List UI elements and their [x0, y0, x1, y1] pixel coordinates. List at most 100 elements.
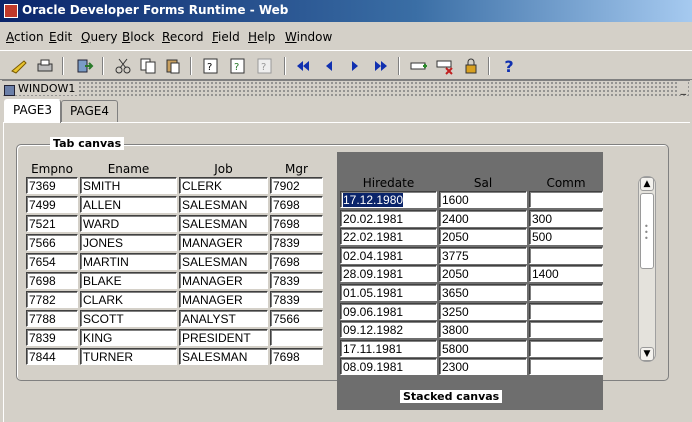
comm-field[interactable]	[529, 191, 603, 208]
mgr-field[interactable]: 7902	[270, 177, 323, 194]
ename-field[interactable]: KING	[80, 329, 177, 346]
hiredate-field[interactable]: 09.12.1982	[340, 321, 437, 339]
minimize-icon[interactable]: _	[678, 82, 688, 95]
sal-field[interactable]: 2300	[439, 358, 527, 376]
hiredate-field[interactable]: 02.04.1981	[340, 246, 437, 264]
ename-field[interactable]: MARTIN	[80, 253, 177, 270]
job-field[interactable]: CLERK	[179, 177, 268, 194]
mgr-field[interactable]: 7698	[270, 348, 323, 365]
mgr-field[interactable]	[270, 329, 323, 346]
comm-field[interactable]: 300	[529, 209, 603, 227]
menu-block[interactable]: Block	[122, 30, 154, 44]
empno-field[interactable]: 7844	[26, 348, 78, 365]
mgr-field[interactable]: 7839	[270, 234, 323, 251]
hiredate-field[interactable]: 20.02.1981	[340, 209, 437, 227]
hiredate-field[interactable]: 17.11.1981	[340, 339, 437, 357]
job-field[interactable]: SALESMAN	[179, 253, 268, 270]
title-bar[interactable]: Oracle Developer Forms Runtime - Web	[0, 0, 692, 22]
job-field[interactable]: SALESMAN	[179, 196, 268, 213]
enter-query-icon[interactable]: ?	[200, 55, 222, 77]
job-field[interactable]: ANALYST	[179, 310, 268, 327]
empno-field[interactable]: 7839	[26, 329, 78, 346]
comm-field[interactable]	[529, 284, 603, 301]
hiredate-field[interactable]: 01.05.1981	[340, 284, 437, 301]
scrollbar-thumb[interactable]: • • •	[640, 193, 654, 269]
vertical-scrollbar[interactable]: ▲ • • • ▼	[638, 176, 656, 362]
sal-field[interactable]: 3800	[439, 321, 527, 339]
empno-field[interactable]: 7782	[26, 291, 78, 308]
execute-query-icon[interactable]: ?	[227, 55, 249, 77]
hiredate-field[interactable]: 09.06.1981	[340, 302, 437, 320]
ename-field[interactable]: SMITH	[80, 177, 177, 194]
cancel-query-icon[interactable]: ?	[254, 55, 276, 77]
sal-field[interactable]: 2050	[439, 265, 527, 283]
help-icon[interactable]: ?	[498, 55, 520, 77]
tab-page3[interactable]: PAGE3	[4, 99, 61, 123]
mgr-field[interactable]: 7698	[270, 253, 323, 270]
job-field[interactable]: MANAGER	[179, 272, 268, 289]
ename-field[interactable]: WARD	[80, 215, 177, 232]
job-field[interactable]: SALESMAN	[179, 348, 268, 365]
mgr-field[interactable]: 7839	[270, 272, 323, 289]
comm-field[interactable]	[529, 358, 603, 376]
comm-field[interactable]: 1400	[529, 265, 603, 283]
comm-field[interactable]	[529, 339, 603, 357]
menu-query[interactable]: Query	[81, 30, 117, 44]
ename-field[interactable]: JONES	[80, 234, 177, 251]
comm-field[interactable]	[529, 246, 603, 264]
empno-field[interactable]: 7698	[26, 272, 78, 289]
hiredate-field[interactable]: 17.12.1980	[340, 191, 437, 208]
sal-field[interactable]: 3775	[439, 246, 527, 264]
ename-field[interactable]: ALLEN	[80, 196, 177, 213]
menu-help[interactable]: Help	[248, 30, 275, 44]
cut-icon[interactable]	[112, 55, 134, 77]
menu-action[interactable]: Action	[6, 30, 44, 44]
previous-record-icon[interactable]	[318, 55, 340, 77]
ename-field[interactable]: SCOTT	[80, 310, 177, 327]
empno-field[interactable]: 7566	[26, 234, 78, 251]
mgr-field[interactable]: 7698	[270, 196, 323, 213]
tab-page4[interactable]: PAGE4	[61, 100, 118, 122]
empno-field[interactable]: 7788	[26, 310, 78, 327]
job-field[interactable]: MANAGER	[179, 234, 268, 251]
job-field[interactable]: PRESIDENT	[179, 329, 268, 346]
sal-field[interactable]: 3250	[439, 302, 527, 320]
sal-field[interactable]: 5800	[439, 339, 527, 357]
comm-field[interactable]: 500	[529, 228, 603, 246]
comm-field[interactable]	[529, 302, 603, 320]
empno-field[interactable]: 7654	[26, 253, 78, 270]
mgr-field[interactable]: 7839	[270, 291, 323, 308]
hiredate-field[interactable]: 28.09.1981	[340, 265, 437, 283]
last-record-icon[interactable]	[370, 55, 392, 77]
insert-record-icon[interactable]	[408, 55, 430, 77]
empno-field[interactable]: 7521	[26, 215, 78, 232]
menu-record[interactable]: Record	[162, 30, 203, 44]
sal-field[interactable]: 2400	[439, 209, 527, 227]
sal-field[interactable]: 2050	[439, 228, 527, 246]
hiredate-field[interactable]: 08.09.1981	[340, 358, 437, 376]
copy-icon[interactable]	[137, 55, 159, 77]
job-field[interactable]: MANAGER	[179, 291, 268, 308]
paste-icon[interactable]	[162, 55, 184, 77]
empno-field[interactable]: 7369	[26, 177, 78, 194]
mgr-field[interactable]: 7566	[270, 310, 323, 327]
lock-record-icon[interactable]	[460, 55, 482, 77]
menu-field[interactable]: Field	[212, 30, 240, 44]
ename-field[interactable]: CLARK	[80, 291, 177, 308]
empno-field[interactable]: 7499	[26, 196, 78, 213]
sal-field[interactable]: 1600	[439, 191, 527, 208]
scroll-up-icon[interactable]: ▲	[640, 177, 654, 191]
save-icon[interactable]	[8, 55, 30, 77]
hiredate-field[interactable]: 22.02.1981	[340, 228, 437, 246]
job-field[interactable]: SALESMAN	[179, 215, 268, 232]
next-record-icon[interactable]	[344, 55, 366, 77]
inner-window-titlebar[interactable]: WINDOW1 _	[2, 80, 690, 98]
menu-edit[interactable]: Edit	[49, 30, 72, 44]
scroll-down-icon[interactable]: ▼	[640, 347, 654, 361]
print-icon[interactable]	[34, 55, 56, 77]
delete-record-icon[interactable]	[434, 55, 456, 77]
sal-field[interactable]: 3650	[439, 284, 527, 301]
ename-field[interactable]: TURNER	[80, 348, 177, 365]
first-record-icon[interactable]	[292, 55, 314, 77]
menu-window[interactable]: Window	[285, 30, 332, 44]
